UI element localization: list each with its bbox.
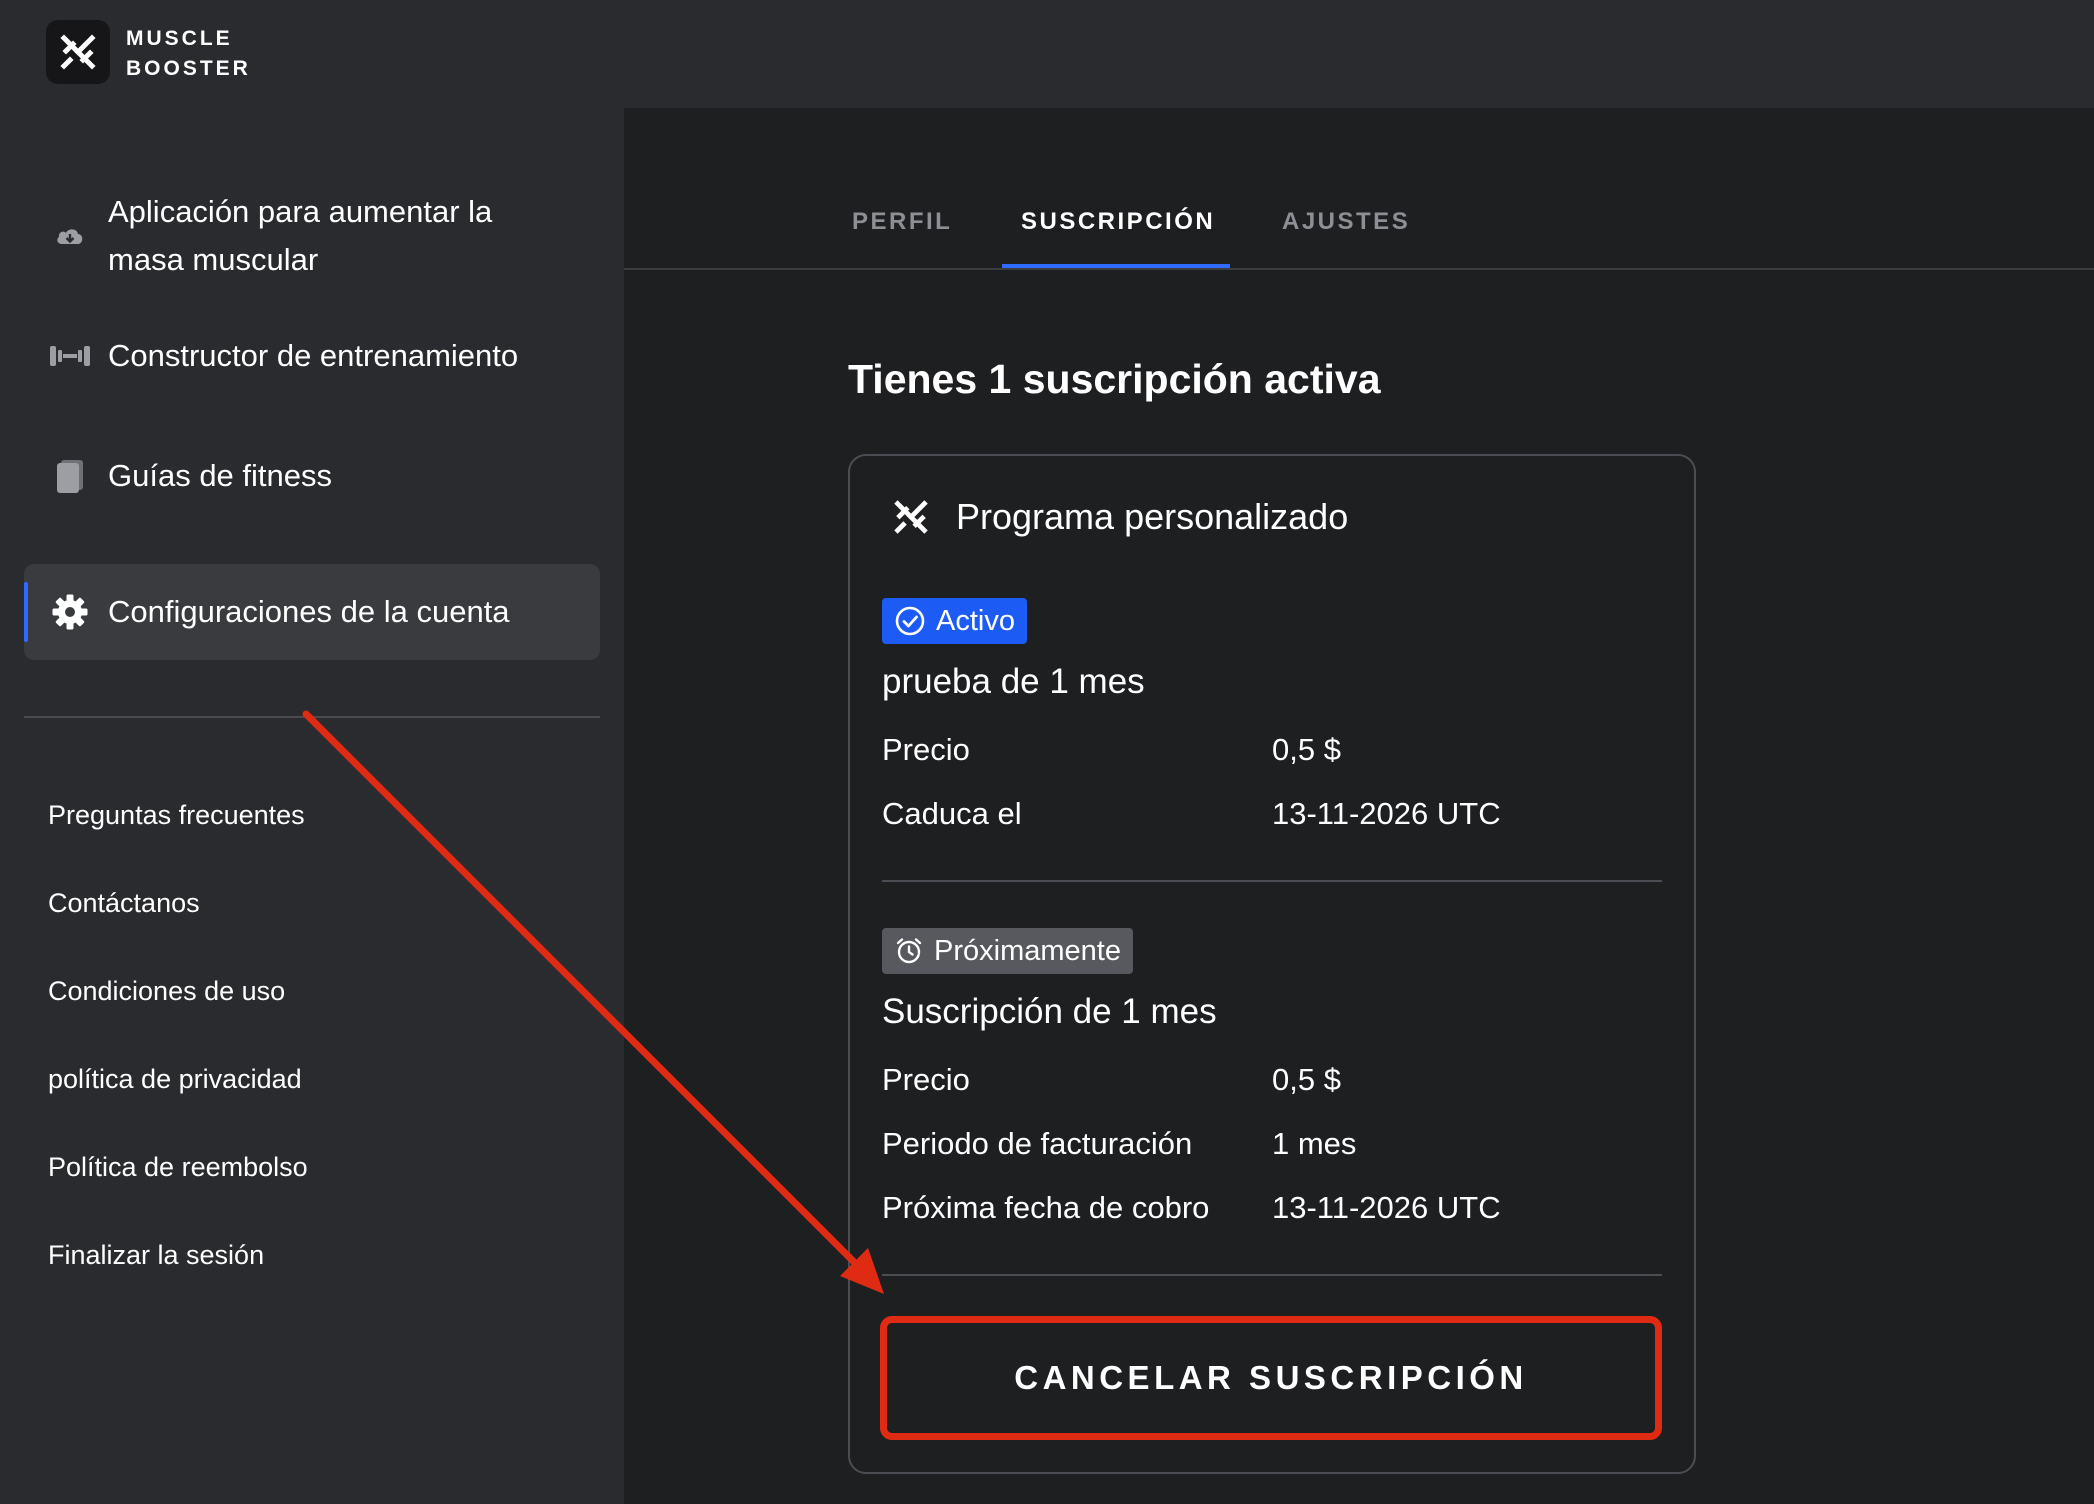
- gear-icon: [46, 588, 94, 636]
- tab-settings[interactable]: AJUSTES: [1282, 208, 1410, 236]
- brand-line-1: MUSCLE: [126, 27, 233, 50]
- tab-bar: PERFIL SUSCRIPCIÓN AJUSTES: [624, 108, 2094, 270]
- billing-period-value: 1 mes: [1272, 1126, 1357, 1161]
- card-header: Programa personalizado: [890, 496, 1348, 538]
- link-contact[interactable]: Contáctanos: [48, 888, 200, 919]
- download-cloud-icon: [46, 212, 94, 260]
- expires-value: 13-11-2026 UTC: [1272, 796, 1501, 831]
- sidebar-item-label: Configuraciones de la cuenta: [108, 594, 510, 629]
- sidebar-item-fitness-guides[interactable]: Guías de fitness: [24, 428, 600, 524]
- link-logout[interactable]: Finalizar la sesión: [48, 1240, 264, 1271]
- sidebar-item-app[interactable]: Aplicación para aumentar la masa muscula…: [24, 180, 600, 292]
- sidebar: Aplicación para aumentar la masa muscula…: [0, 108, 624, 1504]
- sidebar-item-account-settings[interactable]: Configuraciones de la cuenta: [24, 564, 600, 660]
- sidebar-divider: [24, 716, 600, 718]
- next-charge-label: Próxima fecha de cobro: [882, 1190, 1210, 1225]
- top-bar: MUSCLE BOOSTER: [0, 0, 2094, 108]
- alarm-clock-icon: [894, 936, 924, 966]
- program-logo-icon: [894, 500, 928, 534]
- current-plan-name: prueba de 1 mes: [882, 662, 1145, 701]
- brand-line-2: BOOSTER: [126, 57, 251, 80]
- card-title: Programa personalizado: [956, 496, 1349, 537]
- link-faq[interactable]: Preguntas frecuentes: [48, 800, 305, 831]
- tab-profile[interactable]: PERFIL: [852, 208, 952, 236]
- price-label: Precio: [882, 1062, 970, 1097]
- sidebar-item-label: Guías de fitness: [108, 458, 333, 493]
- next-charge-value: 13-11-2026 UTC: [1272, 1190, 1501, 1225]
- billing-period-label: Periodo de facturación: [882, 1126, 1193, 1161]
- price-value: 0,5 $: [1272, 732, 1341, 767]
- status-badge-active: Activo: [882, 598, 1027, 644]
- sidebar-item-workout-builder[interactable]: Constructor de entrenamiento: [24, 308, 600, 404]
- brand-name: MUSCLE BOOSTER: [126, 24, 251, 84]
- subscription-card: Programa personalizado Activo prueba de …: [848, 454, 1696, 1474]
- muscle-booster-logo-icon: [60, 34, 96, 70]
- expires-label: Caduca el: [882, 796, 1022, 831]
- price-value: 0,5 $: [1272, 1062, 1341, 1097]
- main-content: PERFIL SUSCRIPCIÓN AJUSTES Tienes 1 susc…: [624, 108, 2094, 1504]
- upcoming-plan-name: Suscripción de 1 mes: [882, 992, 1217, 1031]
- sidebar-item-label: Constructor de entrenamiento: [108, 338, 519, 373]
- check-circle-icon: [894, 605, 926, 637]
- brand-logo[interactable]: [46, 20, 110, 84]
- status-badge-upcoming: Próximamente: [882, 928, 1133, 974]
- card-divider: [882, 880, 1662, 882]
- badge-label: Activo: [936, 604, 1015, 637]
- dumbbell-icon: [46, 332, 94, 380]
- link-refund[interactable]: Política de reembolso: [48, 1152, 308, 1183]
- active-tab-indicator: [1002, 264, 1230, 268]
- link-terms[interactable]: Condiciones de uso: [48, 976, 285, 1007]
- document-icon: [46, 452, 94, 500]
- cancel-subscription-button[interactable]: CANCELAR SUSCRIPCIÓN: [880, 1316, 1662, 1440]
- link-privacy[interactable]: política de privacidad: [48, 1064, 302, 1095]
- tab-subscription[interactable]: SUSCRIPCIÓN: [1021, 208, 1215, 236]
- card-divider: [882, 1274, 1662, 1276]
- badge-label: Próximamente: [934, 934, 1121, 967]
- price-label: Precio: [882, 732, 970, 767]
- page-title: Tienes 1 suscripción activa: [848, 356, 1381, 402]
- sidebar-item-label: Aplicación para aumentar la masa muscula…: [108, 194, 493, 277]
